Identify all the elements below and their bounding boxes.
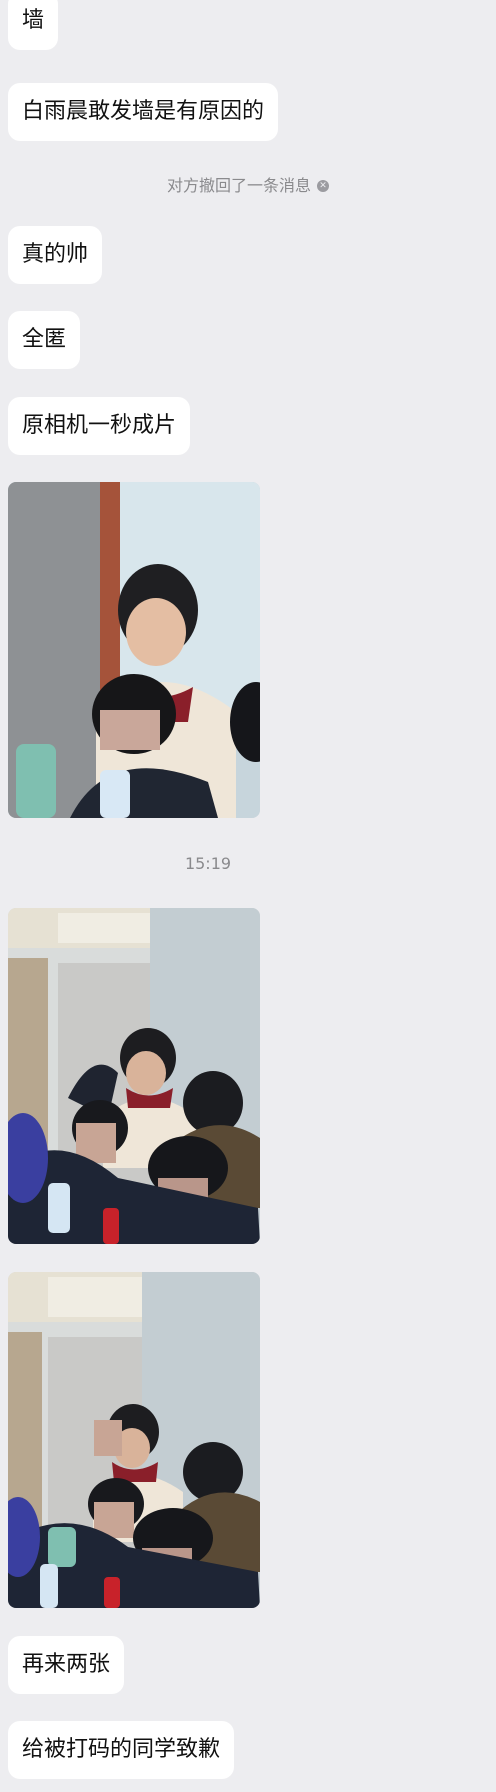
message-text: 真的帅	[22, 242, 89, 267]
message-text: 原相机一秒成片	[22, 413, 177, 438]
photo-placeholder	[8, 908, 260, 1244]
message-bubble[interactable]: 墙	[8, 0, 59, 50]
message-text: 给被打码的同学致歉	[22, 1737, 221, 1762]
message-text: 再来两张	[22, 1652, 111, 1677]
message-bubble[interactable]: 真的帅	[8, 226, 103, 284]
message-bubble[interactable]: 白雨晨敢发墙是有原因的	[8, 83, 279, 141]
message-bubble[interactable]: 全匿	[8, 311, 81, 369]
chat-image[interactable]	[8, 482, 260, 818]
message-text: 白雨晨敢发墙是有原因的	[22, 99, 265, 124]
message-bubble[interactable]: 原相机一秒成片	[8, 397, 191, 455]
photo-placeholder	[8, 482, 260, 818]
chat-image[interactable]	[8, 908, 260, 1244]
message-text: 全匿	[22, 327, 67, 352]
timestamp: 15:19	[0, 852, 416, 876]
recall-text: 对方撤回了一条消息	[166, 176, 311, 195]
close-circle-icon[interactable]: ✕	[317, 179, 329, 192]
message-bubble[interactable]: 再来两张	[8, 1636, 125, 1694]
recall-notice: 对方撤回了一条消息 ✕	[0, 174, 496, 198]
photo-placeholder	[8, 1272, 260, 1608]
message-bubble[interactable]: 给被打码的同学致歉	[8, 1721, 235, 1779]
timestamp-text: 15:19	[184, 854, 232, 873]
chat-image[interactable]	[8, 1272, 260, 1608]
message-text: 墙	[22, 8, 45, 33]
